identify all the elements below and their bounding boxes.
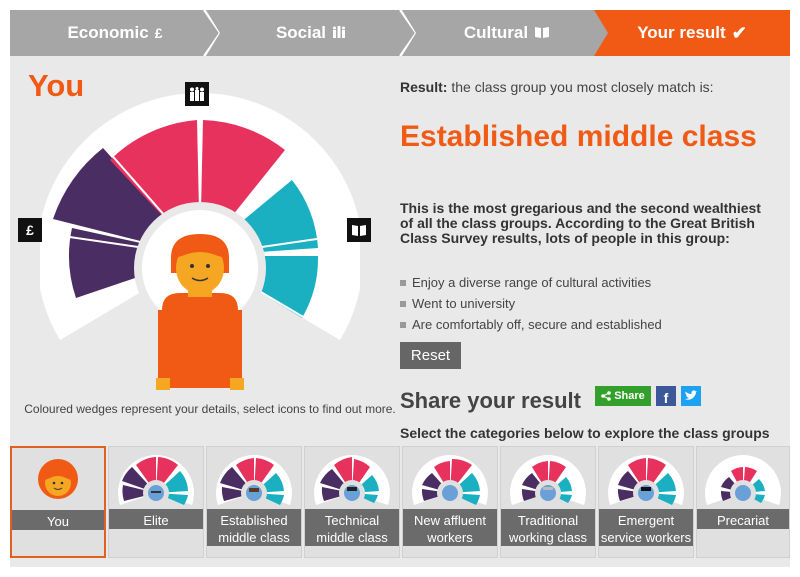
social-icon-button[interactable] [185, 82, 209, 106]
facebook-icon[interactable]: f [656, 386, 676, 406]
bullet-text: Are comfortably off, secure and establis… [412, 317, 662, 332]
step-economic-label: Economic [67, 23, 149, 42]
bullet-icon [400, 321, 406, 328]
class-wedge-chart [40, 92, 360, 390]
class-group-cards: You Elite Established middle class Techn… [10, 446, 790, 567]
traditional-working-class-thumbnail [510, 455, 586, 506]
established-middle-class-thumbnail [216, 455, 292, 506]
card-you[interactable]: You [10, 446, 106, 558]
check-icon: ✔ [731, 22, 747, 43]
twitter-icon[interactable] [681, 386, 701, 406]
result-intro-text: the class group you most closely match i… [451, 79, 714, 95]
step-your-result[interactable]: Your result ✔ [594, 10, 790, 56]
step-social[interactable]: Social [206, 10, 416, 56]
economic-icon-button[interactable]: £ [18, 218, 42, 242]
card-label: Emergent service workers [599, 509, 693, 546]
step-cultural-label: Cultural [463, 23, 529, 42]
card-label: Precariat [697, 509, 789, 529]
share-icon [601, 391, 612, 401]
share-button[interactable]: Share [595, 386, 651, 406]
share-button-label: Share [614, 390, 645, 402]
bullet-text: Enjoy a diverse range of cultural activi… [412, 275, 652, 290]
technical-middle-class-thumbnail [314, 455, 390, 506]
book-icon [534, 25, 550, 41]
elite-thumbnail [118, 455, 194, 506]
select-categories-text: Select the categories below to explore t… [400, 426, 770, 441]
reset-button[interactable]: Reset [400, 342, 461, 369]
card-label: Established middle class [207, 509, 301, 546]
card-established-middle-class[interactable]: Established middle class [206, 446, 302, 558]
bullet-text: Went to university [412, 296, 516, 311]
result-bullets: Enjoy a diverse range of cultural activi… [400, 272, 770, 335]
step-your-result-label: Your result [637, 23, 726, 42]
list-item: Went to university [400, 293, 770, 314]
new-affluent-workers-thumbnail [412, 455, 488, 506]
step-navigation: Economic £ Social Cultural Your result ✔ [10, 10, 790, 56]
card-label: Elite [109, 509, 203, 529]
bullet-icon [400, 300, 406, 307]
card-label: New affluent workers [403, 509, 497, 546]
result-label: Result: [400, 79, 448, 95]
card-technical-middle-class[interactable]: Technical middle class [304, 446, 400, 558]
pound-icon: £ [154, 25, 163, 41]
precariat-thumbnail [705, 455, 781, 506]
list-item: Enjoy a diverse range of cultural activi… [400, 272, 770, 293]
people-icon [332, 25, 346, 41]
step-social-label: Social [275, 23, 327, 42]
cultural-icon-button[interactable] [347, 218, 371, 242]
card-elite[interactable]: Elite [108, 446, 204, 558]
result-description: This is the most gregarious and the seco… [400, 200, 761, 246]
card-new-affluent-workers[interactable]: New affluent workers [402, 446, 498, 558]
card-label: Traditional working class [501, 509, 595, 546]
step-economic[interactable]: Economic £ [10, 10, 220, 56]
card-traditional-working-class[interactable]: Traditional working class [500, 446, 596, 558]
result-intro: Result: the class group you most closely… [400, 79, 770, 95]
bullet-icon [400, 279, 406, 286]
share-heading: Share your result [400, 388, 581, 413]
result-class-name: Established middle class [400, 120, 757, 153]
step-cultural[interactable]: Cultural [402, 10, 612, 56]
list-item: Are comfortably off, secure and establis… [400, 314, 770, 335]
card-emergent-service-workers[interactable]: Emergent service workers [598, 446, 694, 558]
chart-caption: Coloured wedges represent your details, … [24, 402, 396, 416]
card-label: You [12, 510, 104, 530]
card-label: Technical middle class [305, 509, 399, 546]
emergent-service-workers-thumbnail [608, 455, 684, 506]
you-thumbnail [38, 459, 78, 499]
quiz-frame: Economic £ Social Cultural Your result ✔… [10, 10, 790, 567]
card-precariat[interactable]: Precariat [696, 446, 790, 558]
